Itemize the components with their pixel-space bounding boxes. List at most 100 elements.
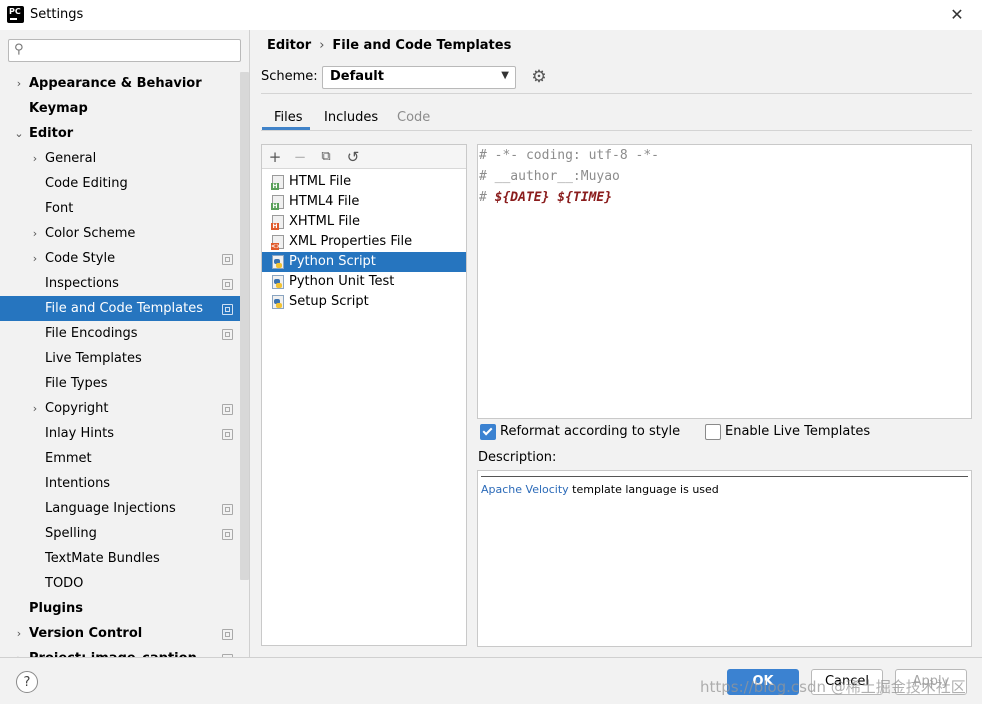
copy-icon[interactable]: ⧉ — [317, 148, 335, 166]
sidebar-item-version-control[interactable]: › Version Control — [0, 621, 240, 646]
sidebar-item-project-image-caption[interactable]: › Project: image_caption — [0, 646, 240, 657]
chevron-down-icon: ▼ — [501, 70, 509, 81]
code-line: # __author__:Muyao — [479, 169, 620, 184]
sidebar-item-general[interactable]: › General — [0, 146, 240, 171]
sidebar-item-label: Font — [45, 201, 74, 216]
sidebar-item-live-templates[interactable]: Live Templates — [0, 346, 240, 371]
project-scope-icon — [222, 304, 233, 315]
project-scope-icon — [222, 404, 233, 415]
template-item-python-unit-test[interactable]: Python Unit Test — [262, 272, 466, 292]
sidebar-item-code-editing[interactable]: Code Editing — [0, 171, 240, 196]
template-item-xml-properties-file[interactable]: <> XML Properties File — [262, 232, 466, 252]
divider — [481, 476, 968, 477]
breadcrumb-parent[interactable]: Editor — [267, 38, 311, 53]
template-item-xhtml-file[interactable]: H XHTML File — [262, 212, 466, 232]
chevron-right-icon[interactable]: › — [13, 71, 25, 96]
chevron-right-icon[interactable]: › — [13, 646, 25, 657]
sidebar-item-plugins[interactable]: Plugins — [0, 596, 240, 621]
project-scope-icon — [222, 429, 233, 440]
chevron-right-icon[interactable]: › — [29, 146, 41, 171]
sidebar-scrollbar[interactable] — [240, 72, 249, 580]
remove-icon[interactable]: − — [291, 148, 309, 166]
sidebar-item-editor[interactable]: ⌄ Editor — [0, 121, 240, 146]
template-item-label: HTML File — [289, 174, 352, 189]
help-icon[interactable]: ? — [16, 671, 38, 693]
sidebar-item-label: Live Templates — [45, 351, 142, 366]
sidebar-item-inspections[interactable]: Inspections — [0, 271, 240, 296]
sidebar-item-todo[interactable]: TODO — [0, 571, 240, 596]
live-templates-label[interactable]: Enable Live Templates — [725, 424, 870, 439]
template-item-label: Python Script — [289, 254, 376, 269]
reformat-checkbox[interactable] — [480, 424, 496, 440]
code-line: # -*- coding: utf-8 -*- — [479, 148, 660, 163]
sidebar-item-textmate-bundles[interactable]: TextMate Bundles — [0, 546, 240, 571]
breadcrumb-separator: › — [319, 38, 325, 53]
live-templates-checkbox[interactable] — [705, 424, 721, 440]
sidebar-item-label: Code Style — [45, 251, 116, 266]
xml-file-icon: <> — [271, 235, 284, 250]
template-item-html-file[interactable]: H HTML File — [262, 172, 466, 192]
sidebar-item-language-injections[interactable]: Language Injections — [0, 496, 240, 521]
sidebar-item-label: Copyright — [45, 401, 109, 416]
chevron-right-icon[interactable]: › — [13, 621, 25, 646]
title-bar: PC Settings ✕ — [0, 0, 982, 30]
description-text: Apache Velocity template language is use… — [481, 483, 719, 496]
search-input[interactable] — [33, 42, 233, 59]
scheme-dropdown[interactable]: Default ▼ — [322, 66, 516, 89]
gear-icon[interactable]: ⚙ — [529, 67, 549, 87]
sidebar-item-label: Keymap — [29, 101, 88, 116]
search-icon: ⚲ — [14, 42, 24, 57]
window-title: Settings — [30, 7, 84, 22]
chevron-right-icon[interactable]: › — [29, 246, 41, 271]
template-item-python-script[interactable]: Python Script — [262, 252, 466, 272]
sidebar-item-label: Version Control — [29, 626, 143, 641]
sidebar-item-copyright[interactable]: › Copyright — [0, 396, 240, 421]
template-toolbar: + − ⧉ ↺ — [262, 145, 466, 169]
chevron-down-icon[interactable]: ⌄ — [13, 121, 25, 146]
sidebar-item-font[interactable]: Font — [0, 196, 240, 221]
tab-code[interactable]: Code — [397, 110, 430, 132]
template-item-setup-script[interactable]: Setup Script — [262, 292, 466, 312]
divider — [0, 657, 982, 658]
project-scope-icon — [222, 629, 233, 640]
sidebar-item-file-types[interactable]: File Types — [0, 371, 240, 396]
project-scope-icon — [222, 254, 233, 265]
template-item-label: XHTML File — [289, 214, 360, 229]
close-icon[interactable]: ✕ — [946, 4, 968, 26]
sidebar-item-file-encodings[interactable]: File Encodings — [0, 321, 240, 346]
template-editor[interactable]: # -*- coding: utf-8 -*- # __author__:Muy… — [477, 144, 972, 419]
chevron-right-icon[interactable]: › — [29, 221, 41, 246]
python-file-icon — [271, 295, 284, 310]
python-file-icon — [271, 255, 284, 270]
sidebar-item-file-and-code-templates[interactable]: File and Code Templates — [0, 296, 249, 321]
template-item-label: XML Properties File — [289, 234, 413, 249]
project-scope-icon — [222, 529, 233, 540]
sidebar-item-intentions[interactable]: Intentions — [0, 471, 240, 496]
sidebar-item-code-style[interactable]: › Code Style — [0, 246, 240, 271]
sidebar-item-label: File and Code Templates — [45, 301, 203, 316]
tab-includes[interactable]: Includes — [324, 110, 378, 132]
sidebar-item-label: Color Scheme — [45, 226, 136, 241]
breadcrumb-current: File and Code Templates — [332, 38, 512, 53]
sidebar-item-color-scheme[interactable]: › Color Scheme — [0, 221, 240, 246]
chevron-right-icon[interactable]: › — [29, 396, 41, 421]
reset-icon[interactable]: ↺ — [344, 148, 362, 166]
sidebar-item-label: Intentions — [45, 476, 111, 491]
add-icon[interactable]: + — [266, 148, 284, 166]
apache-velocity-link[interactable]: Apache Velocity — [481, 483, 569, 496]
sidebar-item-label: Language Injections — [45, 501, 176, 516]
search-box[interactable]: ⚲ — [8, 39, 241, 62]
sidebar-item-label: Code Editing — [45, 176, 128, 191]
sidebar-item-emmet[interactable]: Emmet — [0, 446, 240, 471]
sidebar-item-label: Emmet — [45, 451, 92, 466]
reformat-label[interactable]: Reformat according to style — [500, 424, 680, 439]
settings-tree: › Appearance & Behavior Keymap ⌄ Editor › Gene… — [0, 71, 250, 657]
sidebar-item-label: General — [45, 151, 97, 166]
project-scope-icon — [222, 504, 233, 515]
sidebar-item-appearance-behavior[interactable]: › Appearance & Behavior — [0, 71, 240, 96]
sidebar-item-spelling[interactable]: Spelling — [0, 521, 240, 546]
settings-sidebar: ⚲ › Appearance & Behavior Keymap ⌄ Editor › Ge… — [0, 30, 250, 657]
sidebar-item-inlay-hints[interactable]: Inlay Hints — [0, 421, 240, 446]
template-item-html4-file[interactable]: H HTML4 File — [262, 192, 466, 212]
sidebar-item-keymap[interactable]: Keymap — [0, 96, 240, 121]
